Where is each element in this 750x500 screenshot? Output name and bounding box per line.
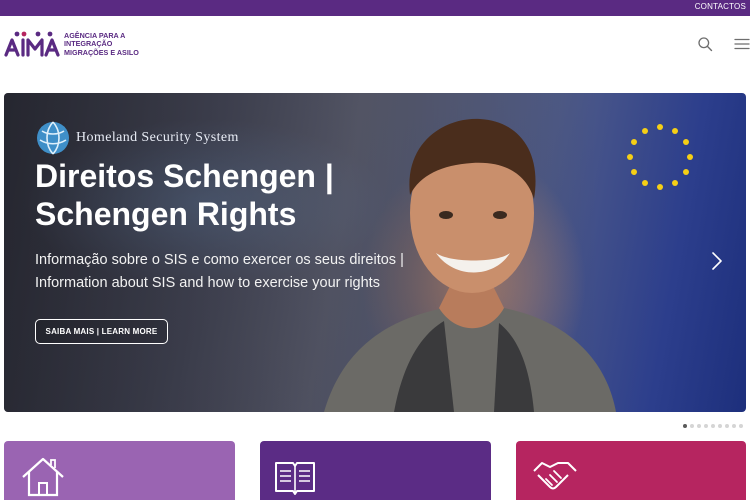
- card-housing[interactable]: [4, 441, 235, 500]
- hero-description: Informação sobre o SIS e como exercer os…: [35, 252, 404, 291]
- card-integration[interactable]: [516, 441, 746, 500]
- top-bar: CONTACTOS: [0, 0, 750, 16]
- carousel-dot[interactable]: [718, 424, 722, 428]
- hero-title: Direitos Schengen | Schengen Rights: [35, 158, 334, 232]
- hero-carousel-slide: Homeland Security System Direitos Scheng…: [4, 93, 746, 412]
- carousel-dot[interactable]: [739, 424, 743, 428]
- aima-logo-tagline: AGÊNCIA PARA A INTEGRAÇÃO MIGRAÇÕES E AS…: [64, 31, 139, 57]
- carousel-dot[interactable]: [732, 424, 736, 428]
- globe-logo-icon: [37, 121, 69, 155]
- homeland-security-brand: Homeland Security System: [36, 121, 239, 155]
- house-icon: [22, 457, 64, 497]
- carousel-pagination: [683, 424, 746, 430]
- card-information[interactable]: [260, 441, 491, 500]
- carousel-dot-active[interactable]: [683, 424, 687, 428]
- carousel-dot[interactable]: [697, 424, 701, 428]
- aima-logo[interactable]: AGÊNCIA PARA A INTEGRAÇÃO MIGRAÇÕES E AS…: [4, 30, 154, 60]
- hamburger-menu-icon[interactable]: [734, 36, 750, 52]
- carousel-dot[interactable]: [725, 424, 729, 428]
- learn-more-button[interactable]: SAIBA MAIS | LEARN MORE: [35, 319, 168, 344]
- homeland-security-name: Homeland Security System: [76, 130, 239, 145]
- chevron-right-icon[interactable]: [710, 251, 724, 271]
- carousel-dot[interactable]: [690, 424, 694, 428]
- contacts-link[interactable]: CONTACTOS: [695, 2, 746, 11]
- eu-stars-icon: [627, 124, 693, 190]
- carousel-dot[interactable]: [711, 424, 715, 428]
- carousel-dot[interactable]: [704, 424, 708, 428]
- site-header: AGÊNCIA PARA A INTEGRAÇÃO MIGRAÇÕES E AS…: [0, 16, 750, 72]
- search-icon[interactable]: [697, 36, 713, 52]
- aima-logo-mark: [4, 31, 60, 57]
- open-book-icon: [275, 462, 315, 495]
- handshake-icon: [533, 462, 577, 490]
